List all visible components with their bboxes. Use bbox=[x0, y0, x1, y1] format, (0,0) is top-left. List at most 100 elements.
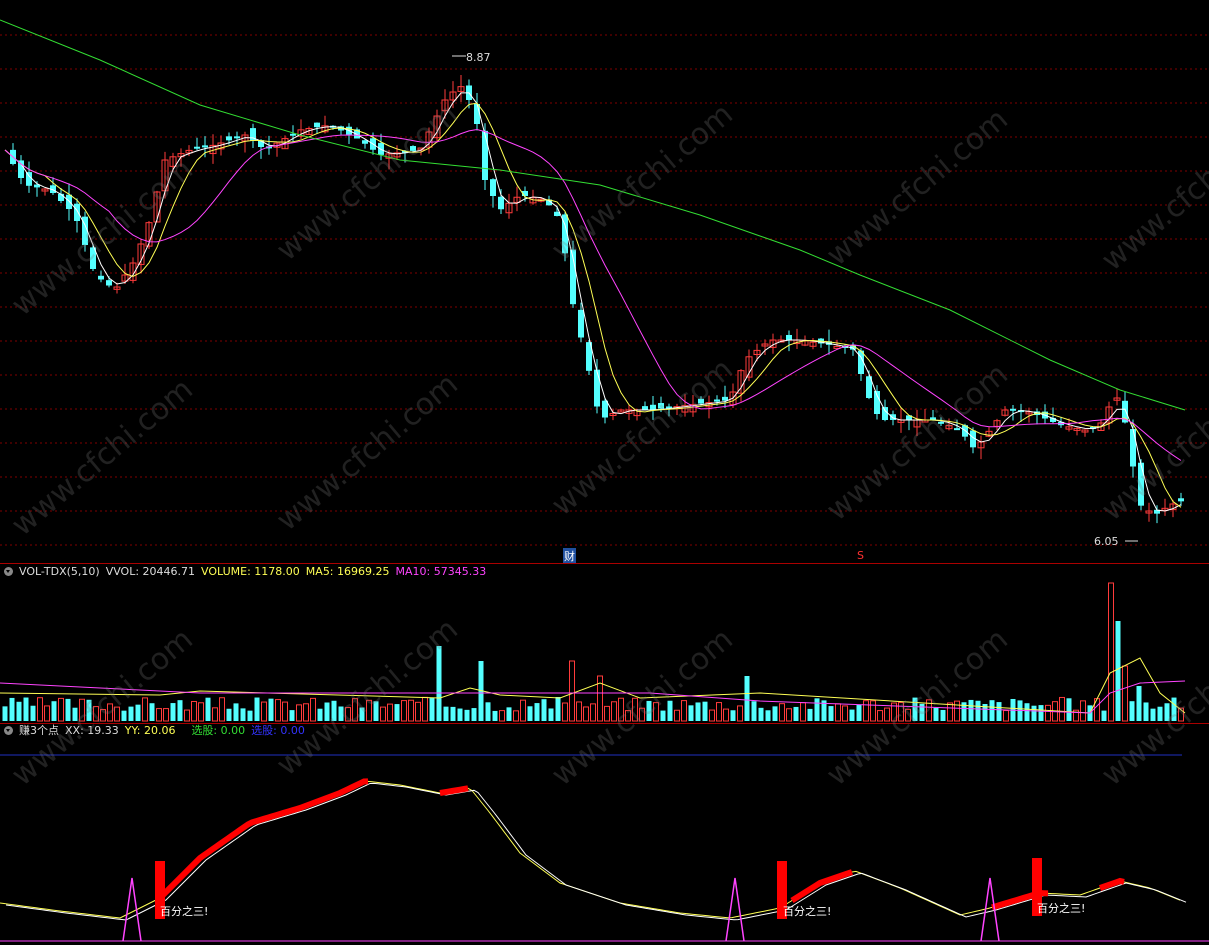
volume-bar bbox=[814, 698, 820, 721]
volume-bar bbox=[793, 706, 799, 721]
volume-bar bbox=[541, 699, 547, 721]
volume-bar bbox=[674, 709, 680, 722]
volume-bar bbox=[1164, 703, 1170, 721]
candlestick-chart[interactable] bbox=[0, 0, 1209, 563]
candle-down bbox=[74, 203, 80, 221]
volume-bar bbox=[975, 700, 981, 721]
candle-down bbox=[890, 414, 896, 420]
candle-down bbox=[106, 280, 112, 286]
volume-bar bbox=[100, 709, 106, 722]
volume-bar bbox=[394, 704, 400, 721]
volume-bar bbox=[1038, 705, 1044, 721]
spike-triangle bbox=[122, 877, 142, 942]
indicator-panel[interactable]: 赚3个点 XX: 19.33 YY: 20.06 选股: 0.00 选股: 0.00 百… bbox=[0, 723, 1209, 945]
volume-bar bbox=[870, 700, 876, 722]
volume-indicator-name[interactable]: VOL-TDX(5,10) bbox=[19, 565, 100, 578]
signal-segment bbox=[790, 869, 853, 904]
volume-bar bbox=[807, 708, 813, 721]
volume-bar bbox=[177, 700, 183, 721]
volume-bar bbox=[730, 710, 736, 721]
volume-bar bbox=[72, 707, 78, 721]
volume-bar bbox=[863, 700, 869, 722]
volume-bar bbox=[1157, 706, 1163, 721]
volume-bar bbox=[835, 703, 841, 722]
volume-bar bbox=[856, 704, 862, 721]
volume-bar bbox=[44, 705, 50, 722]
volume-bar bbox=[30, 705, 36, 721]
candle-down bbox=[314, 122, 320, 128]
volume-bar bbox=[828, 706, 834, 721]
volume-bar bbox=[723, 708, 729, 722]
volume-bar bbox=[485, 702, 491, 721]
volume-bar bbox=[464, 709, 470, 721]
volume-bar bbox=[779, 703, 785, 722]
volume-bar bbox=[849, 709, 855, 721]
volume-bar bbox=[1136, 686, 1142, 721]
finance-marker[interactable]: 财 bbox=[563, 548, 576, 563]
volume-bar bbox=[751, 701, 757, 721]
volume-bar bbox=[436, 646, 442, 721]
candle-down bbox=[938, 421, 944, 424]
volume-bar bbox=[289, 710, 295, 721]
volume-bar bbox=[562, 702, 568, 722]
volume-bar bbox=[611, 701, 617, 722]
volume-bar bbox=[884, 707, 890, 722]
indicator-name[interactable]: 赚3个点 bbox=[19, 724, 59, 737]
price-chart-panel[interactable]: 8.87 6.05 财 S bbox=[0, 0, 1209, 563]
volume-bar bbox=[114, 706, 120, 722]
volume-bar bbox=[898, 701, 904, 722]
volume-bar bbox=[772, 706, 778, 721]
volume-bar bbox=[338, 706, 344, 721]
candle-down bbox=[498, 196, 504, 210]
volume-bar bbox=[170, 703, 176, 721]
volume-bar bbox=[359, 707, 365, 721]
volume-header: VOL-TDX(5,10) VVOL: 20446.71 VOLUME: 1178.… bbox=[4, 565, 492, 579]
candle-down bbox=[1138, 462, 1144, 506]
volume-bar bbox=[233, 703, 239, 721]
volume-bar bbox=[800, 702, 806, 722]
volume-bar bbox=[905, 708, 911, 722]
volume-bar bbox=[1066, 698, 1072, 721]
volume-bar bbox=[1143, 702, 1149, 721]
volume-bar bbox=[506, 707, 512, 721]
volume-bar bbox=[1129, 701, 1135, 721]
dropdown-icon[interactable] bbox=[4, 567, 13, 576]
candle-down bbox=[650, 404, 656, 410]
volume-bar bbox=[443, 706, 449, 721]
volume-bar bbox=[219, 697, 225, 722]
volume-bar bbox=[156, 708, 162, 722]
volume-bar bbox=[1003, 710, 1009, 722]
volume-bar bbox=[954, 700, 960, 722]
volume-bar bbox=[429, 698, 435, 721]
candle-down bbox=[882, 407, 888, 420]
volume-bar bbox=[310, 697, 316, 722]
volume-bar bbox=[1045, 704, 1051, 722]
candle-down bbox=[1010, 408, 1016, 411]
volume-bar bbox=[1080, 700, 1086, 722]
volume-bar bbox=[527, 706, 533, 721]
volume-bar bbox=[1059, 696, 1065, 722]
volume-bar bbox=[128, 706, 134, 721]
volume-bar bbox=[65, 698, 71, 721]
volume-bar bbox=[1171, 697, 1177, 721]
volume-bar bbox=[555, 697, 561, 721]
volume-bar bbox=[135, 704, 141, 721]
volume-bar bbox=[653, 702, 659, 722]
volume-bar bbox=[625, 710, 631, 722]
volume-bar bbox=[16, 701, 22, 721]
volume-bar bbox=[58, 697, 64, 722]
volume-bar bbox=[786, 708, 792, 722]
volume-bar bbox=[618, 697, 624, 722]
sell-marker[interactable]: S bbox=[857, 549, 864, 562]
volume-bar bbox=[667, 700, 673, 721]
volume-bar bbox=[149, 703, 155, 721]
volume-bar bbox=[632, 697, 638, 722]
volume-bar bbox=[688, 705, 694, 721]
volume-chart[interactable] bbox=[0, 563, 1209, 723]
candle-down bbox=[234, 136, 240, 139]
dropdown-icon[interactable] bbox=[4, 726, 13, 735]
volume-bar bbox=[163, 708, 169, 722]
volume-panel[interactable]: VOL-TDX(5,10) VVOL: 20446.71 VOLUME: 1178.… bbox=[0, 563, 1209, 723]
low-price-label: 6.05 bbox=[1094, 535, 1119, 548]
candle-down bbox=[578, 309, 584, 338]
